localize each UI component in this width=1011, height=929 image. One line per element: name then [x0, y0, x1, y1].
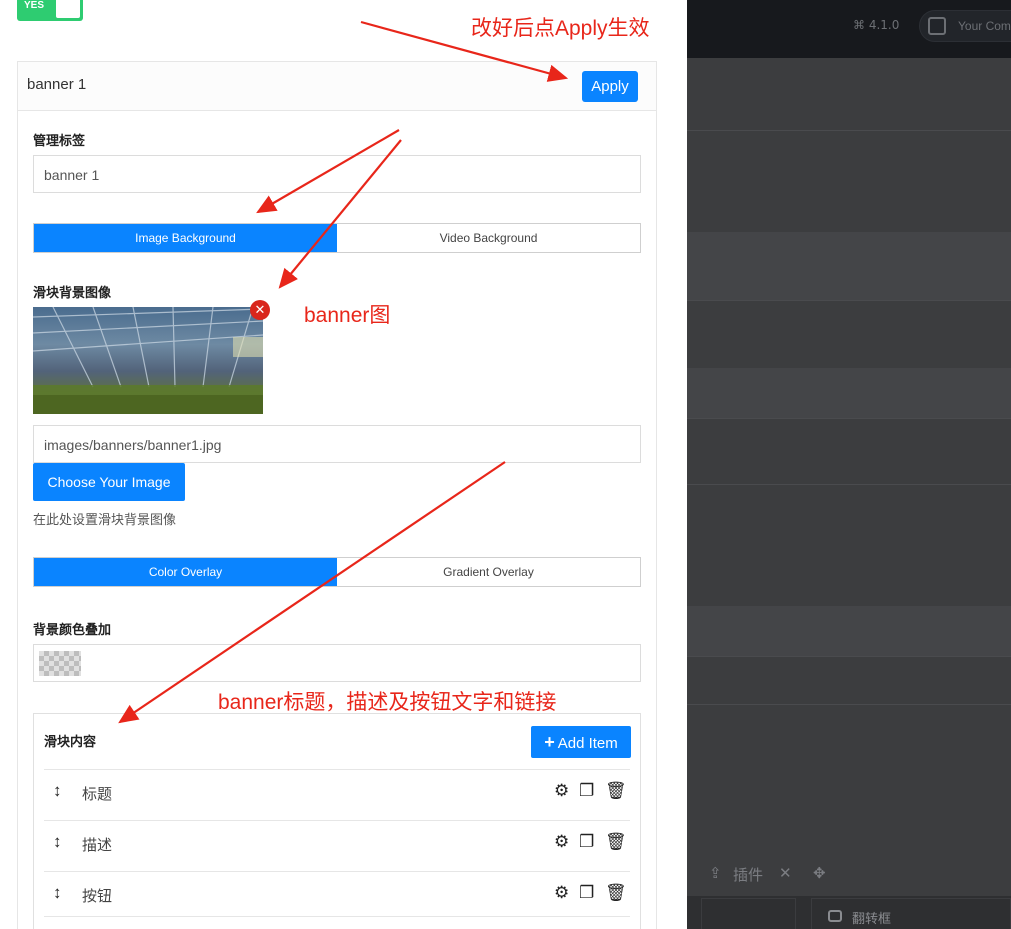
editor-toolbar: ⇪ 插件 ✕ ✥: [687, 856, 1011, 896]
toggle-label: YES: [24, 0, 45, 11]
editor-background: ⌘ 4.1.0 Your Com ⇪ 插件 ✕ ✥ 翻转框: [687, 0, 1011, 929]
tools-icon[interactable]: ✕: [779, 864, 792, 882]
flipbox-icon: [828, 910, 842, 922]
choose-image-button[interactable]: Choose Your Image: [33, 463, 185, 501]
trash-icon[interactable]: 🗑: [605, 832, 627, 852]
copy-icon[interactable]: ❐: [579, 832, 594, 852]
drag-handle-icon[interactable]: ↕: [53, 781, 62, 801]
plugins-label[interactable]: 插件: [733, 864, 763, 885]
copy-icon[interactable]: ❐: [579, 781, 594, 801]
image-path-input[interactable]: images/banners/banner1.jpg: [33, 425, 641, 463]
editor-row: [687, 232, 1011, 300]
overlay-type-tabs: Color Overlay Gradient Overlay: [33, 557, 641, 587]
slide-content-title: 滑块内容: [44, 734, 97, 749]
annotation-banner: banner图: [304, 304, 391, 327]
bottom-tab-left[interactable]: [701, 898, 796, 929]
admin-label-input[interactable]: banner 1: [33, 155, 641, 193]
color-overlay-picker[interactable]: [33, 644, 641, 682]
move-icon[interactable]: ✥: [813, 864, 826, 882]
divider: [687, 484, 1011, 485]
divider: [687, 704, 1011, 705]
external-link-icon: [928, 17, 946, 35]
editor-row: [687, 368, 1011, 418]
divider: [687, 656, 1011, 657]
slide-title: banner 1: [27, 76, 87, 93]
apply-button[interactable]: Apply: [582, 71, 638, 102]
enable-toggle[interactable]: YES: [17, 0, 83, 21]
item-name: 描述: [82, 837, 113, 854]
tab-video-background[interactable]: Video Background: [337, 224, 640, 252]
drag-handle-icon[interactable]: ↕: [53, 832, 62, 852]
drag-handle-icon[interactable]: ↕: [53, 883, 62, 903]
gear-icon[interactable]: ⚙: [554, 781, 569, 801]
list-item: ↕ 标题 ⚙ ❐ 🗑: [44, 769, 630, 815]
gear-icon[interactable]: ⚙: [554, 832, 569, 852]
bg-color-overlay-title: 背景颜色叠加: [33, 622, 112, 637]
list-item: ↕ 描述 ⚙ ❐ 🗑: [44, 820, 630, 866]
tab-color-overlay[interactable]: Color Overlay: [34, 558, 337, 586]
export-icon[interactable]: ⇪: [709, 864, 722, 882]
add-item-button[interactable]: + Add Item: [531, 726, 631, 758]
item-name: 按钮: [82, 888, 113, 905]
remove-image-icon[interactable]: ✕: [250, 300, 270, 320]
tab-gradient-overlay[interactable]: Gradient Overlay: [337, 558, 640, 586]
editor-row: [687, 606, 1011, 656]
company-button[interactable]: Your Com: [919, 10, 1011, 42]
annotation-content: banner标题，描述及按钮文字和链接: [218, 691, 557, 714]
list-item-divider: [44, 916, 630, 929]
transparent-swatch[interactable]: [39, 651, 81, 676]
copy-icon[interactable]: ❐: [579, 883, 594, 903]
slide-bg-image-title: 滑块背景图像: [33, 285, 112, 300]
image-help-text: 在此处设置滑块背景图像: [33, 512, 177, 527]
background-type-tabs: Image Background Video Background: [33, 223, 641, 253]
toggle-knob: [56, 0, 80, 18]
trash-icon[interactable]: 🗑: [605, 781, 627, 801]
banner-image-preview: [33, 307, 263, 414]
slide-content-box: 滑块内容 + Add Item ↕ 标题 ⚙ ❐ 🗑 ↕ 描述 ⚙ ❐ 🗑 ↕ 按…: [33, 713, 641, 929]
divider: [687, 130, 1011, 131]
card-header: banner 1 Apply: [18, 62, 656, 111]
list-item: ↕ 按钮 ⚙ ❐ 🗑: [44, 871, 630, 917]
version-label: ⌘ 4.1.0: [853, 18, 900, 32]
annotation-apply: 改好后点Apply生效: [471, 17, 650, 40]
divider: [687, 300, 1011, 301]
admin-label-title: 管理标签: [33, 133, 86, 148]
divider: [687, 418, 1011, 419]
item-name: 标题: [82, 786, 113, 803]
greenhouse-image: [33, 307, 263, 414]
editor-topbar: ⌘ 4.1.0 Your Com: [687, 0, 1011, 58]
plus-icon: +: [544, 732, 555, 752]
tab-image-background[interactable]: Image Background: [34, 224, 337, 252]
bottom-tab-flipbox[interactable]: 翻转框: [811, 898, 1011, 929]
trash-icon[interactable]: 🗑: [605, 883, 627, 903]
gear-icon[interactable]: ⚙: [554, 883, 569, 903]
